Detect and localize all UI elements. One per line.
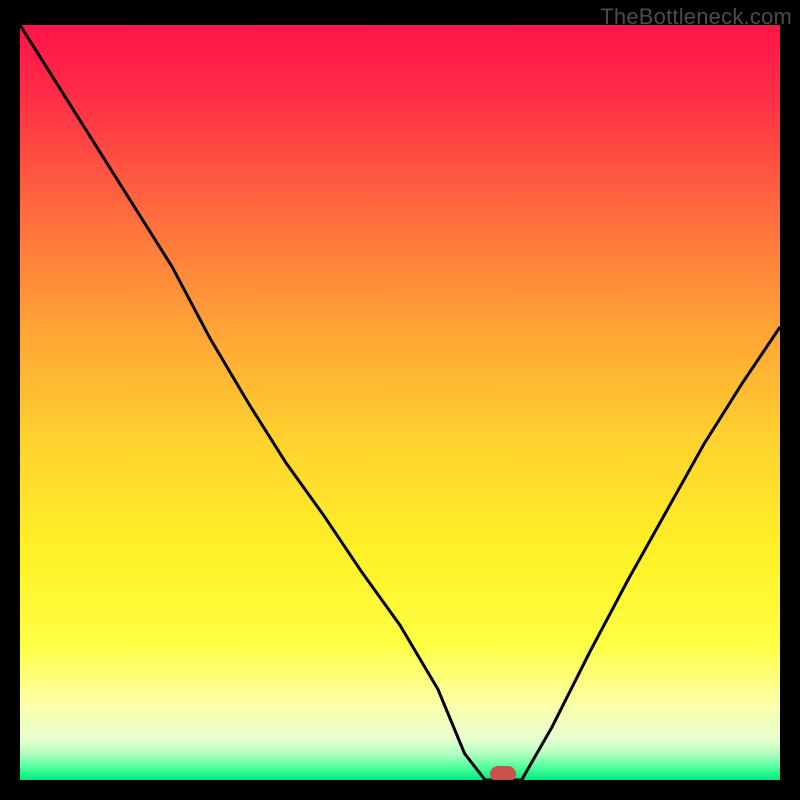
bottleneck-curve [20,25,780,780]
plot-area [20,25,780,780]
optimal-point-marker [490,766,516,780]
watermark-text: TheBottleneck.com [600,4,792,30]
curve-path [20,25,780,780]
chart-frame: TheBottleneck.com [0,0,800,800]
